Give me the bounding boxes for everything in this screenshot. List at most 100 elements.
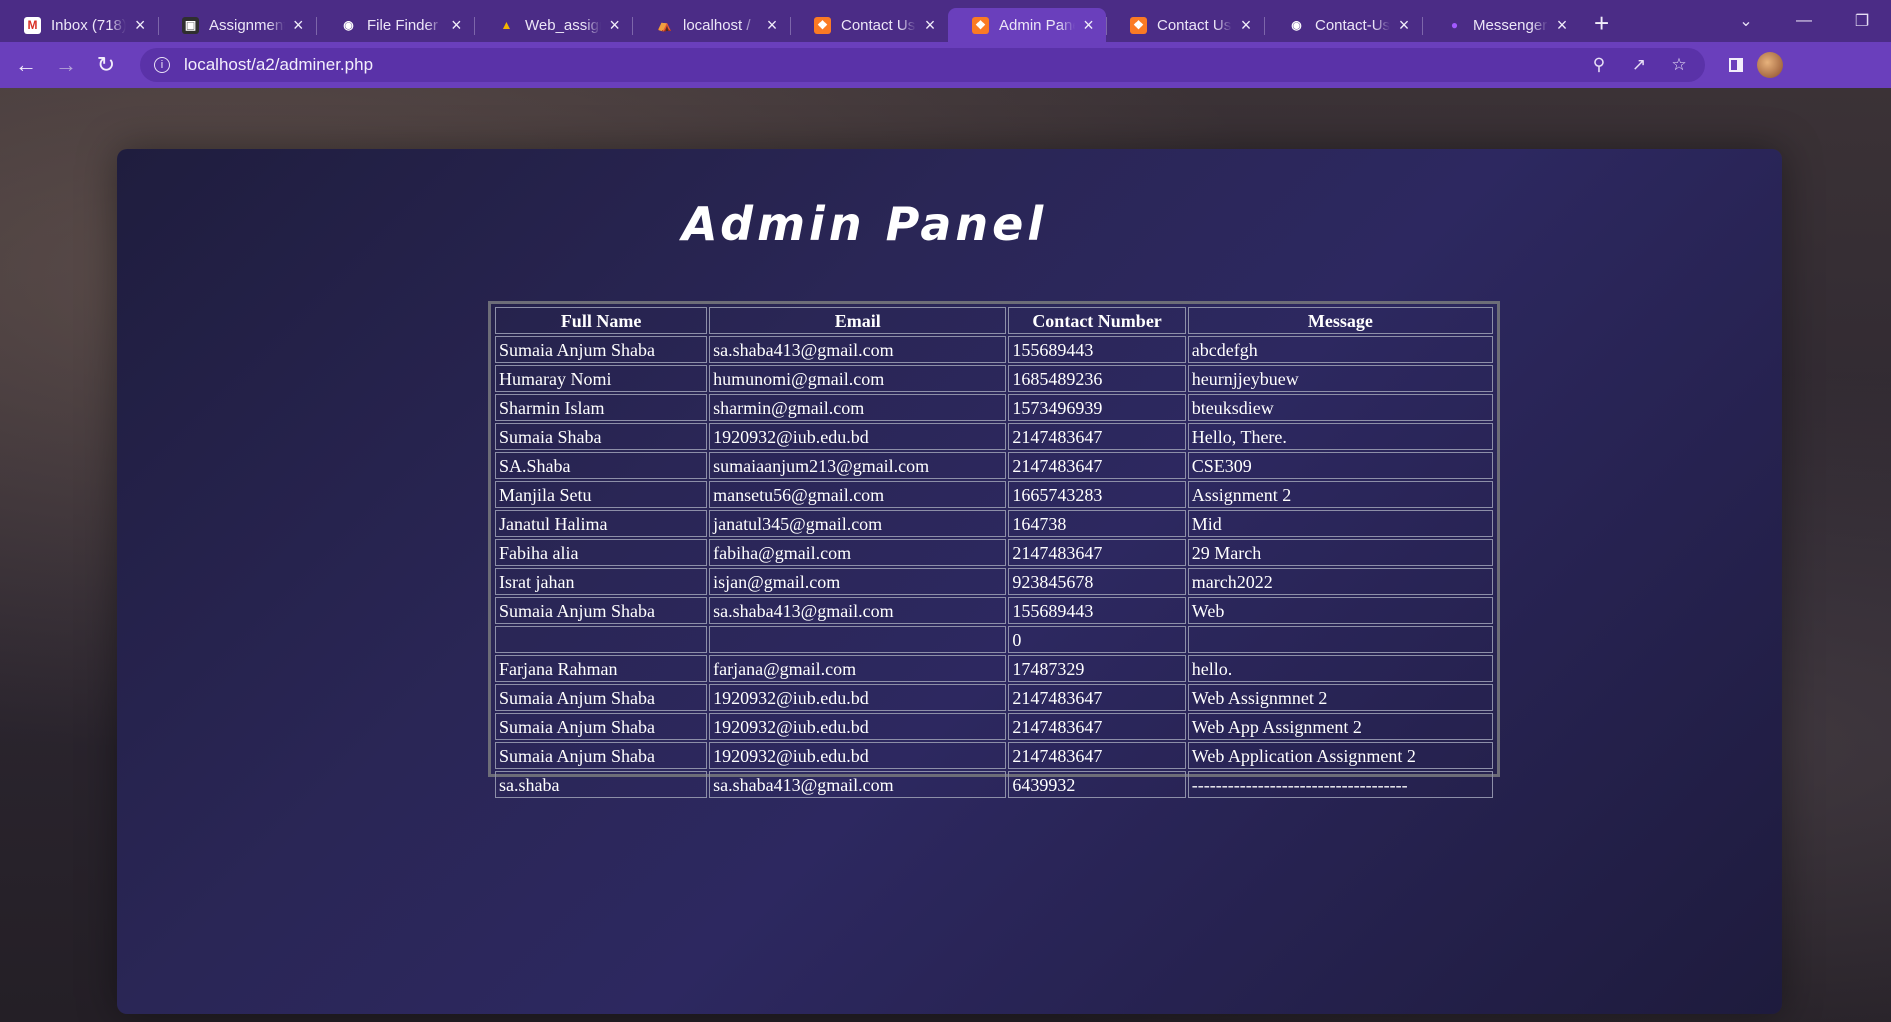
cell-message: hello. [1187,655,1493,682]
cell-message: CSE309 [1187,452,1493,479]
cell-contact-number: 0 [1008,626,1186,653]
cell-email: sumaiaanjum213@gmail.com [709,452,1007,479]
submissions-table: Full Name Email Contact Number Message S… [493,305,1495,800]
close-tab-icon[interactable]: × [1554,15,1570,36]
tab-label: Contact Us [841,16,916,34]
gmail-icon: M [24,16,41,34]
cell-message: bteuksdiew [1187,394,1493,421]
close-tab-icon[interactable]: × [1081,15,1096,36]
cell-full-name: SA.Shaba [495,452,708,479]
table-row: SA.Shaba sumaiaanjum213@gmail.com 21474836… [495,452,1493,479]
url-text[interactable]: localhost/a2/adminer.php [184,55,373,75]
close-tab-icon[interactable]: × [449,15,464,36]
browser-toolbar: ← → ↻ i localhost/a2/adminer.php ⚲ ↗ ☆ [0,42,1891,88]
cell-email: sa.shaba413@gmail.com [709,771,1007,798]
table-row: Israt jahan isjan@gmail.com 923845678 march… [495,568,1493,595]
table-row: Manjila Setu mansetu56@gmail.com 166574328… [495,481,1493,508]
cell-message: heurnjjeybuew [1187,365,1493,392]
browser-tab[interactable]: ◉ File Finder · × [316,8,474,42]
close-tab-icon[interactable]: × [1238,15,1254,36]
cell-message: abcdefgh [1187,336,1493,363]
cell-contact-number: 164738 [1008,510,1186,537]
browser-tab[interactable]: ▣ Assignment × [158,8,316,42]
cell-email: 1920932@iub.edu.bd [709,684,1007,711]
tab-label: Contact Us [1157,16,1232,34]
close-tab-icon[interactable]: × [764,15,780,36]
phpmyadmin-icon: ⛺ [657,18,672,32]
address-bar[interactable]: i localhost/a2/adminer.php ⚲ ↗ ☆ [140,48,1705,82]
browser-tab[interactable]: ◉ Contact-Us × [1264,8,1422,42]
cell-email: mansetu56@gmail.com [709,481,1007,508]
classroom-icon: ▣ [182,16,199,34]
cell-email [709,626,1007,653]
cell-contact-number: 2147483647 [1008,423,1186,450]
browser-tab[interactable]: ❖ Admin Pane × [948,8,1106,42]
cell-contact-number: 155689443 [1008,336,1186,363]
close-tab-icon[interactable]: × [291,15,306,36]
table-row: Sumaia Anjum Shaba 1920932@iub.edu.bd 2147… [495,684,1493,711]
browser-tab[interactable]: ⛺ localhost / × [632,8,790,42]
browser-tab[interactable]: ● Messenger × [1422,8,1580,42]
cell-contact-number: 2147483647 [1008,684,1186,711]
window-controls: ⌄ — ❐ [1717,0,1891,42]
reload-icon[interactable]: ↻ [86,52,126,78]
restore-icon[interactable]: ❐ [1833,11,1891,31]
side-panel-icon[interactable] [1729,58,1743,72]
site-info-icon[interactable]: i [154,57,170,73]
toolbar-right [1715,52,1783,78]
cell-email: sa.shaba413@gmail.com [709,597,1007,624]
table-row: Sumaia Anjum Shaba 1920932@iub.edu.bd 2147… [495,742,1493,769]
cell-message: Web App Assignment 2 [1187,713,1493,740]
zoom-icon[interactable]: ⚲ [1579,55,1619,75]
cell-message: Web Application Assignment 2 [1187,742,1493,769]
tab-label: localhost / [683,16,751,34]
cell-full-name: Sumaia Anjum Shaba [495,713,708,740]
xampp-icon: ❖ [814,16,831,34]
table-body: Sumaia Anjum Shaba sa.shaba413@gmail.com 1… [495,336,1493,798]
cell-message: march2022 [1187,568,1493,595]
new-tab-icon[interactable]: + [1594,8,1609,39]
cell-message [1187,626,1493,653]
cell-full-name: Israt jahan [495,568,708,595]
browser-tab[interactable]: ▲ Web_assign × [474,8,632,42]
xampp-icon: ❖ [1130,16,1147,34]
cell-full-name: Sumaia Shaba [495,423,708,450]
share-icon[interactable]: ↗ [1619,55,1659,75]
browser-tab[interactable]: ❖ Contact Us × [790,8,948,42]
close-tab-icon[interactable]: × [132,15,148,36]
browser-tab[interactable]: M Inbox (718) × [0,8,158,42]
cell-contact-number: 1573496939 [1008,394,1186,421]
close-tab-icon[interactable]: × [922,15,938,36]
close-tab-icon[interactable]: × [1396,15,1412,36]
tab-label: Admin Pane [999,16,1076,34]
table-row: sa.shaba sa.shaba413@gmail.com 6439932 ----… [495,771,1493,798]
tab-search-icon[interactable]: ⌄ [1717,11,1775,31]
tab-label: Web_assign [525,16,602,34]
cell-contact-number: 2147483647 [1008,539,1186,566]
close-tab-icon[interactable]: × [607,15,622,36]
browser-tab[interactable]: ❖ Contact Us × [1106,8,1264,42]
cell-contact-number: 1665743283 [1008,481,1186,508]
cell-full-name: Farjana Rahman [495,655,708,682]
back-icon[interactable]: ← [6,52,46,78]
tab-label: File Finder · [367,16,443,34]
cell-email: fabiha@gmail.com [709,539,1007,566]
minimize-icon[interactable]: — [1775,12,1833,30]
table-row: Sumaia Shaba 1920932@iub.edu.bd 2147483647… [495,423,1493,450]
tab-strip: M Inbox (718) × ▣ Assignment × ◉ File Finder · ×… [0,0,1891,42]
header-full-name: Full Name [495,307,708,334]
forward-icon[interactable]: → [46,52,86,78]
bookmark-star-icon[interactable]: ☆ [1659,55,1699,75]
cell-full-name: sa.shaba [495,771,708,798]
table-row: Fabiha alia fabiha@gmail.com 2147483647 29 … [495,539,1493,566]
cell-email: farjana@gmail.com [709,655,1007,682]
table-row: Sumaia Anjum Shaba sa.shaba413@gmail.com 1… [495,597,1493,624]
drive-icon: ▲ [500,18,513,32]
cell-full-name: Janatul Halima [495,510,708,537]
cell-contact-number: 2147483647 [1008,742,1186,769]
cell-email: isjan@gmail.com [709,568,1007,595]
profile-avatar[interactable] [1757,52,1783,78]
cell-email: janatul345@gmail.com [709,510,1007,537]
tab-list: M Inbox (718) × ▣ Assignment × ◉ File Finder · ×… [0,0,1580,42]
admin-panel-card: Admin Panel Full Name Email Contact Numb… [117,149,1782,1014]
